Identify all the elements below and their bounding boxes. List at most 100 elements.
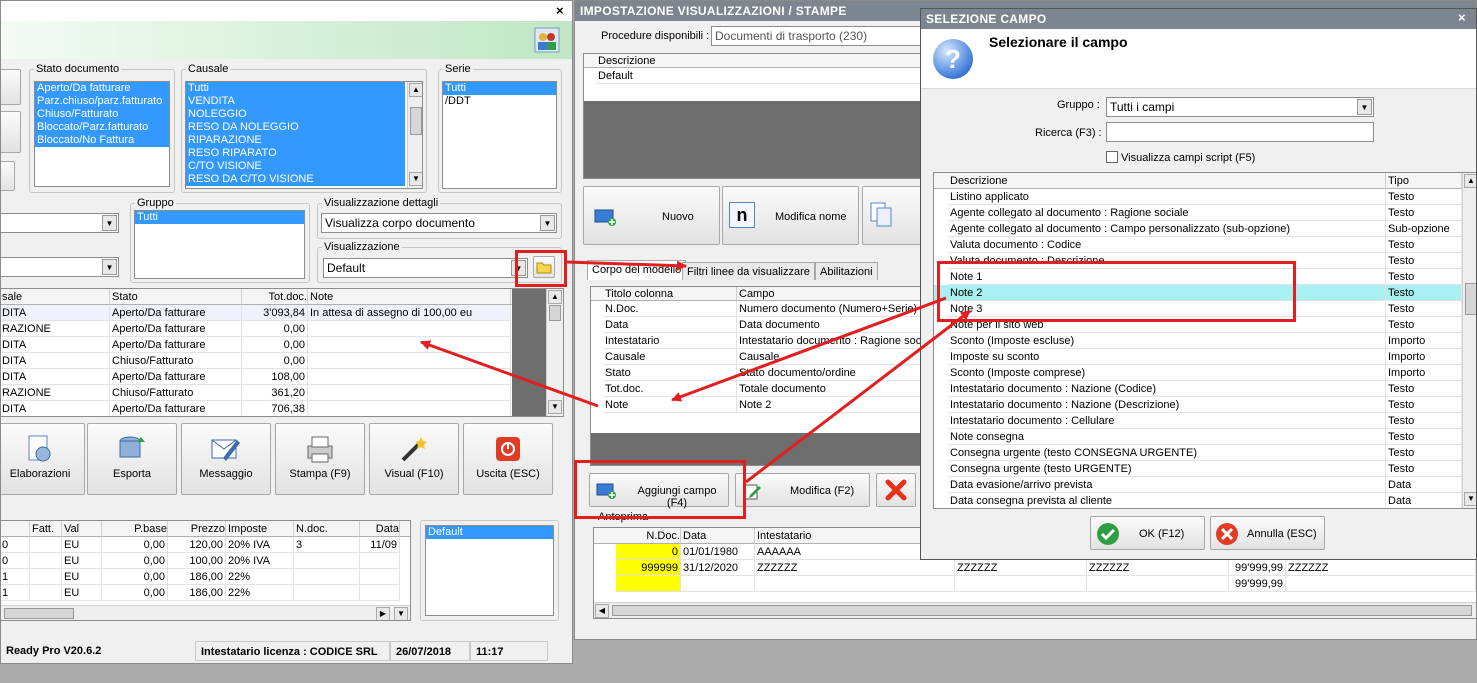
table-cell[interactable]: Testo (1386, 301, 1462, 317)
table-cell[interactable]: RAZIONE (1, 321, 110, 337)
table-cell[interactable]: 706,38 (242, 401, 308, 416)
table-cell[interactable]: 361,20 (242, 385, 308, 401)
table-cell[interactable] (30, 553, 62, 569)
nuovo-button[interactable]: Nuovo (583, 186, 720, 245)
table-cell[interactable]: Intestatario documento : Nazione (Descri… (948, 397, 1386, 413)
visual-button[interactable]: Visual (F10) (369, 423, 459, 495)
table-cell[interactable]: Testo (1386, 413, 1462, 429)
table-cell[interactable]: 0 (1, 553, 30, 569)
selezione-close-button[interactable]: × (1458, 10, 1466, 25)
scroll-thumb[interactable] (549, 305, 561, 321)
table-cell[interactable] (308, 385, 511, 401)
table-cell[interactable]: Data (1386, 493, 1462, 508)
table-cell[interactable] (30, 569, 62, 585)
anteprima-hscroll[interactable]: ◀ (594, 602, 1476, 618)
table-cell[interactable] (360, 553, 400, 569)
scroll-down-icon[interactable]: ▼ (548, 400, 562, 414)
table-cell[interactable]: ZZZZZZ (1286, 560, 1476, 576)
table-cell[interactable]: Stato (603, 365, 737, 381)
list-item[interactable]: Tutti (186, 82, 405, 95)
table-cell[interactable]: Testo (1386, 445, 1462, 461)
table-cell[interactable]: Testo (1386, 253, 1462, 269)
table-cell[interactable]: Agente collegato al documento : Ragione … (948, 205, 1386, 221)
annulla-button[interactable]: Annulla (ESC) (1210, 516, 1325, 550)
documents-grid[interactable]: sale Stato Tot.doc. Note DITA Aperto/Da fattu… (1, 288, 564, 417)
columns-grid[interactable]: Titolo colonna Campo N.Doc. Numero document… (590, 286, 927, 466)
users-icon[interactable] (534, 27, 560, 53)
table-cell[interactable]: DITA (1, 353, 110, 369)
table-cell[interactable]: DITA (1, 337, 110, 353)
serie-listbox[interactable]: Tutti/DDT (442, 81, 557, 189)
table-cell[interactable]: Aperto/Da fatturare (110, 401, 242, 416)
table-cell[interactable]: RAZIONE (1, 385, 110, 401)
table-cell[interactable]: Intestatario documento : Nazione (Codice… (948, 381, 1386, 397)
table-cell[interactable]: 22% (226, 585, 294, 601)
table-cell[interactable]: Consegna urgente (testo CONSEGNA URGENTE… (948, 445, 1386, 461)
table-cell[interactable]: ZZZZZZ (755, 560, 955, 576)
table-cell[interactable]: Note 2 (737, 397, 926, 413)
list-item[interactable]: Parz.chiuso/parz.fatturato (35, 95, 169, 108)
table-cell[interactable]: 99'999,99 (1229, 560, 1286, 576)
table-cell[interactable] (1087, 576, 1229, 592)
table-cell[interactable]: EU (62, 585, 102, 601)
table-cell[interactable]: ZZZZZZ (955, 560, 1087, 576)
table-cell[interactable]: Importo (1386, 349, 1462, 365)
table-cell[interactable]: EU (62, 553, 102, 569)
chevron-down-icon[interactable]: ▼ (102, 259, 117, 275)
table-cell[interactable]: EU (62, 537, 102, 553)
anteprima-hthumb[interactable] (612, 605, 1472, 616)
table-cell[interactable] (616, 576, 681, 592)
detail-grid[interactable]: Fatt. Val P.base Prezzo Imposte N.doc. Data 0 EU… (1, 520, 411, 621)
table-cell[interactable] (308, 401, 511, 416)
list-item[interactable]: RESO DA C/TO VISIONE (186, 173, 405, 186)
table-cell[interactable]: 120,00 (168, 537, 226, 553)
table-cell[interactable]: Importo (1386, 365, 1462, 381)
procedure-select[interactable]: Documenti di trasporto (230) (711, 26, 931, 46)
table-cell[interactable]: Data evasione/arrivo prevista (948, 477, 1386, 493)
table-cell[interactable] (30, 585, 62, 601)
chevron-down-icon[interactable]: ▼ (1357, 99, 1372, 115)
list-item[interactable]: RESO DA NOLEGGIO (186, 121, 405, 134)
table-cell[interactable]: Intestatario (603, 333, 737, 349)
copy-button[interactable] (862, 186, 924, 245)
table-cell[interactable]: Tot.doc. (603, 381, 737, 397)
table-cell[interactable]: 3 (294, 537, 360, 553)
table-cell[interactable]: 186,00 (168, 569, 226, 585)
descrizione-row[interactable]: Default (596, 69, 926, 84)
table-cell[interactable]: Testo (1386, 397, 1462, 413)
table-cell[interactable]: 22% (226, 569, 294, 585)
list-item[interactable]: /DDT (443, 95, 556, 108)
table-cell[interactable] (955, 576, 1087, 592)
table-cell[interactable]: EU (62, 569, 102, 585)
table-cell[interactable]: Chiuso/Fatturato (110, 353, 242, 369)
table-cell[interactable] (1286, 576, 1476, 592)
list-item[interactable]: RESO RIPARATO (186, 147, 405, 160)
table-cell[interactable]: 108,00 (242, 369, 308, 385)
main-close-button[interactable]: × (556, 3, 564, 18)
table-cell[interactable]: Causale (603, 349, 737, 365)
scroll-thumb[interactable] (1465, 283, 1476, 315)
table-cell[interactable]: Testo (1386, 189, 1462, 205)
table-cell[interactable]: 0 (1, 537, 30, 553)
table-cell[interactable]: Totale documento (737, 381, 926, 397)
table-cell[interactable]: 0,00 (102, 585, 168, 601)
documents-scrollbar[interactable]: ▲ ▼ (546, 289, 563, 416)
tab-corpo-del-modello[interactable]: Corpo del modello (587, 260, 687, 280)
list-item[interactable]: Bloccato/Parz.fatturato (35, 121, 169, 134)
table-cell[interactable] (294, 553, 360, 569)
table-cell[interactable]: Sconto (Imposte comprese) (948, 365, 1386, 381)
scroll-thumb[interactable] (410, 107, 422, 135)
table-cell[interactable]: 0,00 (242, 321, 308, 337)
table-cell[interactable]: Importo (1386, 333, 1462, 349)
table-cell[interactable] (294, 585, 360, 601)
table-cell[interactable]: DITA (1, 305, 110, 321)
list-item[interactable]: Bloccato/No Fattura (35, 134, 169, 147)
list-item[interactable]: VENDITA (186, 95, 405, 108)
esporta-button[interactable]: Esporta (87, 423, 177, 495)
tab-filtri-linee[interactable]: Filtri linee da visualizzare (682, 262, 815, 280)
delete-button[interactable] (876, 473, 916, 507)
table-cell[interactable] (30, 537, 62, 553)
gruppo-select[interactable]: Tutti i campi ▼ (1106, 97, 1374, 117)
gruppo-listbox[interactable]: Tutti (134, 210, 305, 279)
table-cell[interactable]: Valuta documento : Codice (948, 237, 1386, 253)
